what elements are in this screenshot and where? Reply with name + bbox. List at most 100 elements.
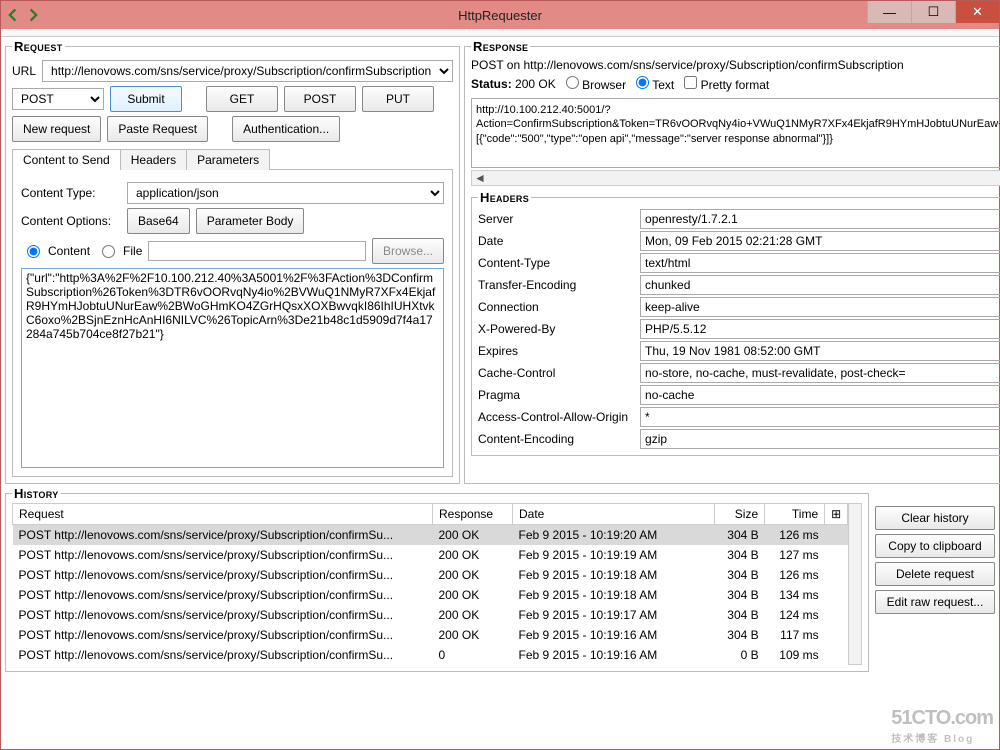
header-name: Expires	[478, 344, 636, 358]
header-value: text/html	[640, 253, 1000, 273]
header-value: chunked	[640, 275, 1000, 295]
url-label: URL	[12, 64, 36, 78]
header-row: Connection keep-alive	[478, 297, 1000, 317]
header-value: Thu, 19 Nov 1981 08:52:00 GMT	[640, 341, 1000, 361]
header-name: Connection	[478, 300, 636, 314]
base64-button[interactable]: Base64	[127, 208, 190, 234]
request-panel: Request URL http://lenovows.com/sns/serv…	[5, 39, 460, 484]
history-row[interactable]: POST http://lenovows.com/sns/service/pro…	[13, 545, 848, 565]
header-name: Access-Control-Allow-Origin	[478, 410, 636, 424]
header-name: Transfer-Encoding	[478, 278, 636, 292]
header-value: no-cache	[640, 385, 1000, 405]
headers-legend: Headers	[478, 190, 531, 205]
tab-parameters[interactable]: Parameters	[186, 149, 270, 170]
file-path-input[interactable]	[148, 241, 366, 261]
header-row: Transfer-Encoding chunked	[478, 275, 1000, 295]
history-table[interactable]: Request Response Date Size Time ⊞ POST h…	[12, 503, 848, 665]
history-row[interactable]: POST http://lenovows.com/sns/service/pro…	[13, 565, 848, 585]
new-request-button[interactable]: New request	[12, 116, 101, 142]
history-row[interactable]: POST http://lenovows.com/sns/service/pro…	[13, 585, 848, 605]
header-row: X-Powered-By PHP/5.5.12	[478, 319, 1000, 339]
col-options-icon[interactable]: ⊞	[825, 504, 848, 525]
request-legend: Request	[12, 39, 65, 54]
history-row[interactable]: POST http://lenovows.com/sns/service/pro…	[13, 625, 848, 645]
header-row: Content-Type text/html	[478, 253, 1000, 273]
get-button[interactable]: GET	[206, 86, 278, 112]
tab-content[interactable]: Content to Send	[12, 149, 121, 170]
history-legend: History	[12, 486, 61, 501]
header-name: Content-Type	[478, 256, 636, 270]
header-row: Server openresty/1.7.2.1	[478, 209, 1000, 229]
content-type-select[interactable]: application/json	[127, 182, 444, 204]
clear-history-button[interactable]: Clear history	[875, 506, 995, 530]
copy-clipboard-button[interactable]: Copy to clipboard	[875, 534, 995, 558]
header-value: PHP/5.5.12	[640, 319, 1000, 339]
header-row: Expires Thu, 19 Nov 1981 08:52:00 GMT	[478, 341, 1000, 361]
paste-request-button[interactable]: Paste Request	[107, 116, 208, 142]
window-title: HttpRequester	[1, 8, 999, 23]
request-body-textarea[interactable]: {"url":"http%3A%2F%2F10.100.212.40%3A500…	[21, 268, 444, 468]
history-scrollbar[interactable]	[848, 503, 862, 665]
browse-button[interactable]: Browse...	[372, 238, 444, 264]
post-button[interactable]: POST	[284, 86, 356, 112]
tab-headers[interactable]: Headers	[120, 149, 187, 170]
col-response[interactable]: Response	[433, 504, 513, 525]
authentication-button[interactable]: Authentication...	[232, 116, 340, 142]
content-radio-label: Content	[48, 244, 90, 258]
response-headers-panel: Headers Server openresty/1.7.2.1 Date Mon, …	[471, 190, 1000, 456]
watermark: 51CTO.com技术博客 Blog	[891, 707, 993, 745]
header-value: gzip	[640, 429, 1000, 449]
col-date[interactable]: Date	[513, 504, 715, 525]
response-panel: Response POST on http://lenovows.com/sns…	[464, 39, 1000, 484]
status-value: 200 OK	[515, 77, 556, 91]
response-body[interactable]: http://10.100.212.40:5001/?Action=Confir…	[471, 98, 1000, 168]
maximize-button[interactable]: ☐	[911, 1, 955, 23]
pretty-format-checkbox[interactable]	[684, 76, 697, 89]
view-browser-radio[interactable]	[566, 76, 579, 89]
header-row: Content-Encoding gzip	[478, 429, 1000, 449]
header-value: no-store, no-cache, must-revalidate, pos…	[640, 363, 1000, 383]
header-name: Date	[478, 234, 636, 248]
put-button[interactable]: PUT	[362, 86, 434, 112]
history-panel: History Request Response Date Size Time …	[5, 486, 869, 672]
header-row: Cache-Control no-store, no-cache, must-re…	[478, 363, 1000, 383]
header-name: Pragma	[478, 388, 636, 402]
header-row: Date Mon, 09 Feb 2015 02:21:28 GMT	[478, 231, 1000, 251]
window-titlebar: HttpRequester — ☐ ✕	[1, 1, 999, 29]
minimize-button[interactable]: —	[867, 1, 911, 23]
file-radio-label: File	[123, 244, 142, 258]
history-row[interactable]: POST http://lenovows.com/sns/service/pro…	[13, 605, 848, 625]
col-request[interactable]: Request	[13, 504, 433, 525]
header-name: Server	[478, 212, 636, 226]
header-name: Content-Encoding	[478, 432, 636, 446]
header-value: keep-alive	[640, 297, 1000, 317]
response-legend: Response	[471, 39, 530, 54]
history-row[interactable]: POST http://lenovows.com/sns/service/pro…	[13, 525, 848, 546]
edit-raw-request-button[interactable]: Edit raw request...	[875, 590, 995, 614]
submit-button[interactable]: Submit	[110, 86, 182, 112]
header-value: openresty/1.7.2.1	[640, 209, 1000, 229]
method-select[interactable]: POST	[12, 88, 104, 110]
content-type-label: Content Type:	[21, 186, 121, 200]
header-name: Cache-Control	[478, 366, 636, 380]
delete-request-button[interactable]: Delete request	[875, 562, 995, 586]
content-options-label: Content Options:	[21, 214, 121, 228]
header-value: *	[640, 407, 1000, 427]
header-name: X-Powered-By	[478, 322, 636, 336]
col-time[interactable]: Time	[765, 504, 825, 525]
url-input[interactable]: http://lenovows.com/sns/service/proxy/Su…	[42, 60, 453, 82]
header-row: Pragma no-cache	[478, 385, 1000, 405]
response-hscroll[interactable]: ◄►	[471, 170, 1000, 186]
toolbar-spacer	[1, 29, 999, 37]
close-button[interactable]: ✕	[955, 1, 999, 23]
parameter-body-button[interactable]: Parameter Body	[196, 208, 305, 234]
history-row[interactable]: POST http://lenovows.com/sns/service/pro…	[13, 645, 848, 665]
content-radio[interactable]	[27, 245, 40, 258]
header-row: Access-Control-Allow-Origin *	[478, 407, 1000, 427]
response-summary: POST on http://lenovows.com/sns/service/…	[471, 58, 1000, 72]
status-label: Status:	[471, 77, 512, 91]
file-radio[interactable]	[102, 245, 115, 258]
col-size[interactable]: Size	[715, 504, 765, 525]
view-text-radio[interactable]	[636, 76, 649, 89]
header-value: Mon, 09 Feb 2015 02:21:28 GMT	[640, 231, 1000, 251]
